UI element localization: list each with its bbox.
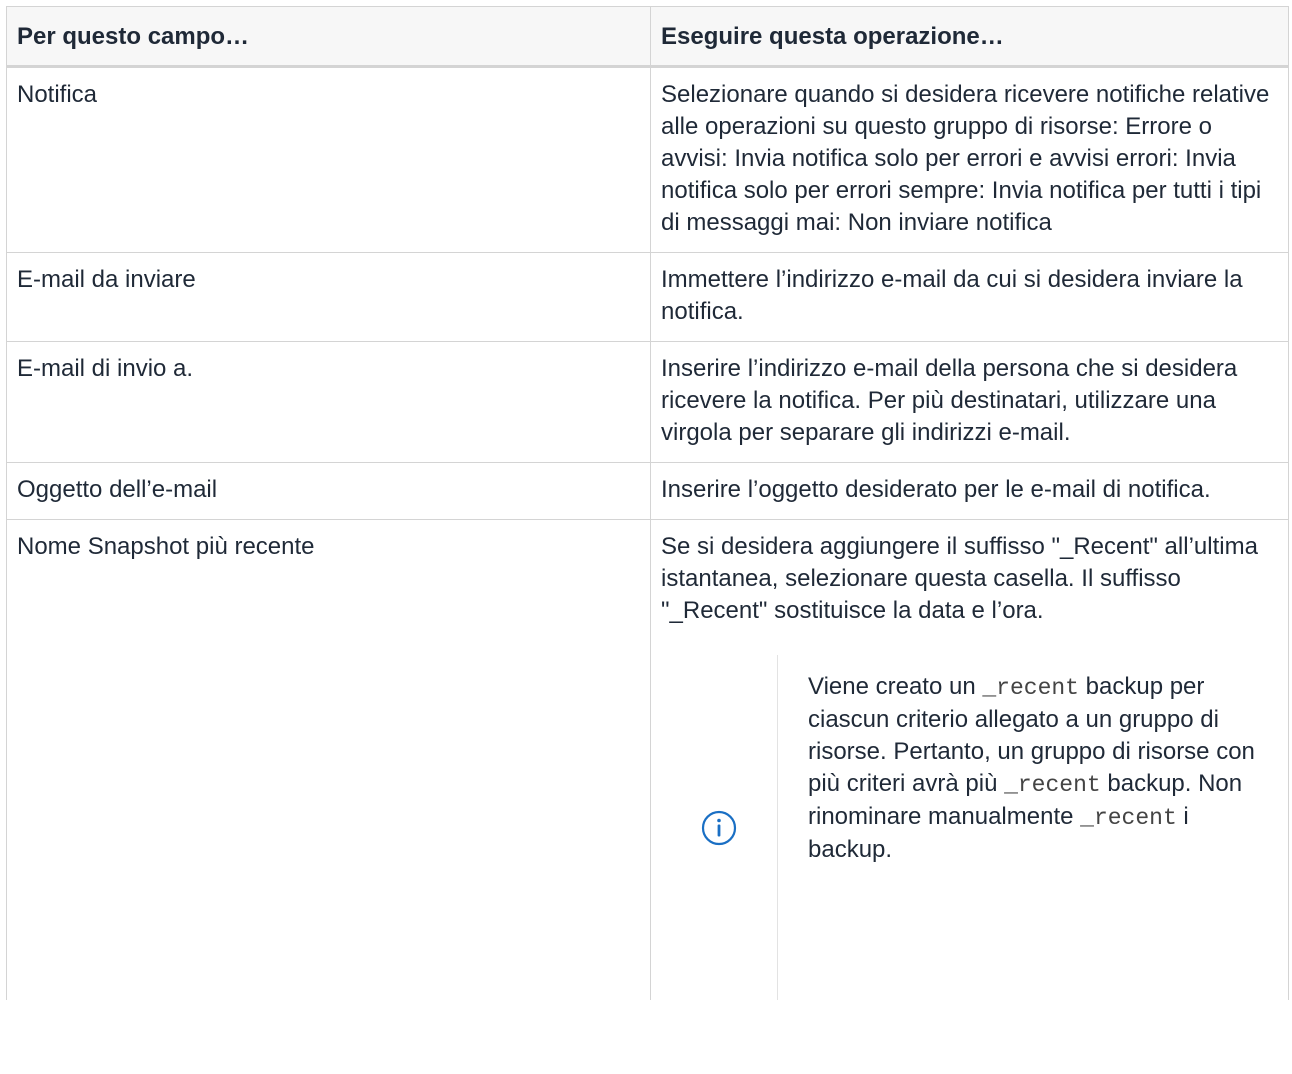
table-row: E-mail da inviare Immettere l’indirizzo … — [6, 252, 1289, 342]
table-row: E-mail di invio a. Inserire l’indirizzo … — [6, 341, 1289, 463]
code-recent: _recent — [1004, 772, 1101, 798]
table-header-row: Per questo campo… Eseguire questa operaz… — [6, 6, 1289, 68]
table-row: Nome Snapshot più recente Se si desidera… — [6, 519, 1289, 1000]
table-row: Notifica Selezionare quando si desidera … — [6, 66, 1289, 253]
field-cell: E-mail di invio a. — [6, 341, 651, 463]
code-recent: _recent — [982, 675, 1079, 701]
note-icon-column — [661, 655, 778, 1000]
field-cell: E-mail da inviare — [6, 252, 651, 342]
field-cell: Notifica — [6, 66, 651, 253]
action-cell: Selezionare quando si desidera ricevere … — [650, 66, 1289, 253]
action-cell: Inserire l’indirizzo e-mail della person… — [650, 341, 1289, 463]
note-text-part: Viene creato un — [808, 673, 983, 700]
header-field: Per questo campo… — [6, 6, 651, 68]
code-recent: _recent — [1080, 805, 1177, 831]
note-text: Viene creato un _recent backup per ciasc… — [778, 655, 1258, 1000]
action-cell: Inserire l’oggetto desiderato per le e-m… — [650, 462, 1289, 520]
action-cell: Immettere l’indirizzo e-mail da cui si d… — [650, 252, 1289, 342]
action-cell-with-note: Se si desidera aggiungere il suffisso "_… — [650, 519, 1289, 1000]
action-text: Se si desidera aggiungere il suffisso "_… — [661, 533, 1258, 624]
field-cell: Nome Snapshot più recente — [6, 519, 651, 1000]
field-action-table: Per questo campo… Eseguire questa operaz… — [6, 6, 1289, 1000]
header-action: Eseguire questa operazione… — [650, 6, 1289, 68]
table-row: Oggetto dell’e-mail Inserire l’oggetto d… — [6, 462, 1289, 520]
info-note: Viene creato un _recent backup per ciasc… — [661, 655, 1278, 1000]
field-cell: Oggetto dell’e-mail — [6, 462, 651, 520]
info-circle-icon — [701, 810, 737, 845]
